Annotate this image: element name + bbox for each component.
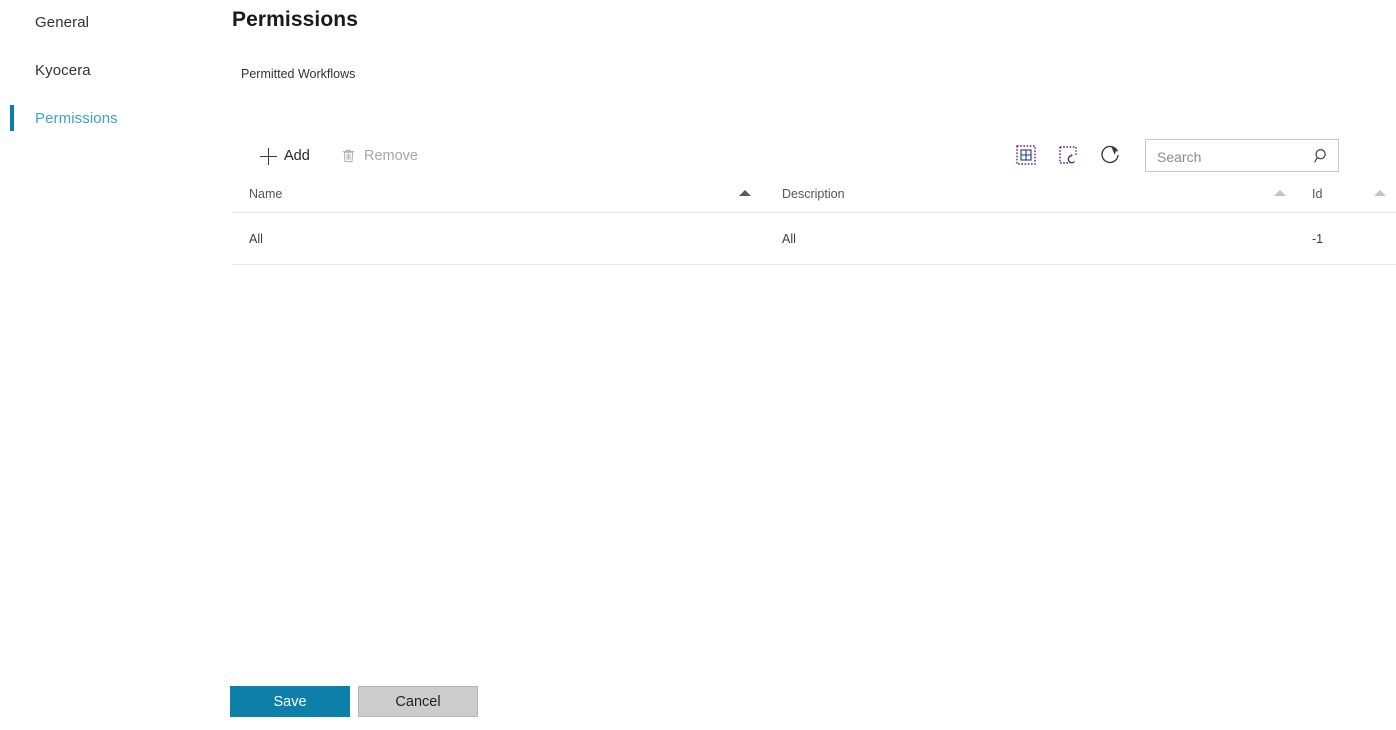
search-input[interactable] xyxy=(1155,140,1309,173)
form-actions: Save Cancel xyxy=(230,686,1396,718)
nav-accent-bar xyxy=(10,9,14,35)
column-chooser-icon[interactable] xyxy=(1013,142,1039,168)
grid-toolbar: Add Remove xyxy=(232,138,1396,176)
save-button[interactable]: Save xyxy=(230,686,350,717)
cancel-button[interactable]: Cancel xyxy=(358,686,478,717)
reset-layout-icon[interactable] xyxy=(1055,142,1081,168)
main-content: Permissions Permitted Workflows Add Remo… xyxy=(230,0,1396,730)
sort-caret-name-icon[interactable] xyxy=(739,190,751,196)
add-button-label: Add xyxy=(284,148,310,164)
section-label: Permitted Workflows xyxy=(241,67,356,81)
add-button[interactable]: Add xyxy=(258,141,310,171)
column-header-id[interactable]: Id xyxy=(1312,180,1392,212)
column-header-description[interactable]: Description xyxy=(782,180,1252,212)
table-row[interactable]: All All -1 xyxy=(232,213,1396,265)
cell-name: All xyxy=(249,231,263,246)
remove-button: Remove xyxy=(338,141,418,171)
sidebar-item-label: Kyocera xyxy=(35,61,91,79)
search-icon[interactable] xyxy=(1311,145,1332,166)
search-box[interactable] xyxy=(1145,139,1339,173)
page-title: Permissions xyxy=(232,8,358,31)
permitted-workflows-grid: Name Description Id All All -1 xyxy=(232,180,1396,265)
nav-accent-bar xyxy=(10,57,14,83)
plus-icon xyxy=(258,146,278,166)
sort-caret-description-icon[interactable] xyxy=(1274,190,1286,196)
sidebar-item-general[interactable]: General xyxy=(0,6,232,38)
sidebar-item-kyocera[interactable]: Kyocera xyxy=(0,54,232,86)
cell-id: -1 xyxy=(1312,231,1324,246)
sort-caret-id-icon[interactable] xyxy=(1374,190,1386,196)
nav-accent-bar xyxy=(10,105,14,131)
sidebar-item-label: General xyxy=(35,13,90,31)
sidebar-item-permissions[interactable]: Permissions xyxy=(0,102,232,134)
grid-header-row: Name Description Id xyxy=(232,180,1396,213)
cell-description: All xyxy=(782,231,796,246)
trash-icon xyxy=(338,146,358,166)
refresh-icon[interactable] xyxy=(1098,142,1124,168)
column-header-name[interactable]: Name xyxy=(249,180,739,212)
sidebar-item-label: Permissions xyxy=(35,109,118,127)
settings-sidebar: General Kyocera Permissions xyxy=(0,0,232,730)
remove-button-label: Remove xyxy=(364,148,418,164)
